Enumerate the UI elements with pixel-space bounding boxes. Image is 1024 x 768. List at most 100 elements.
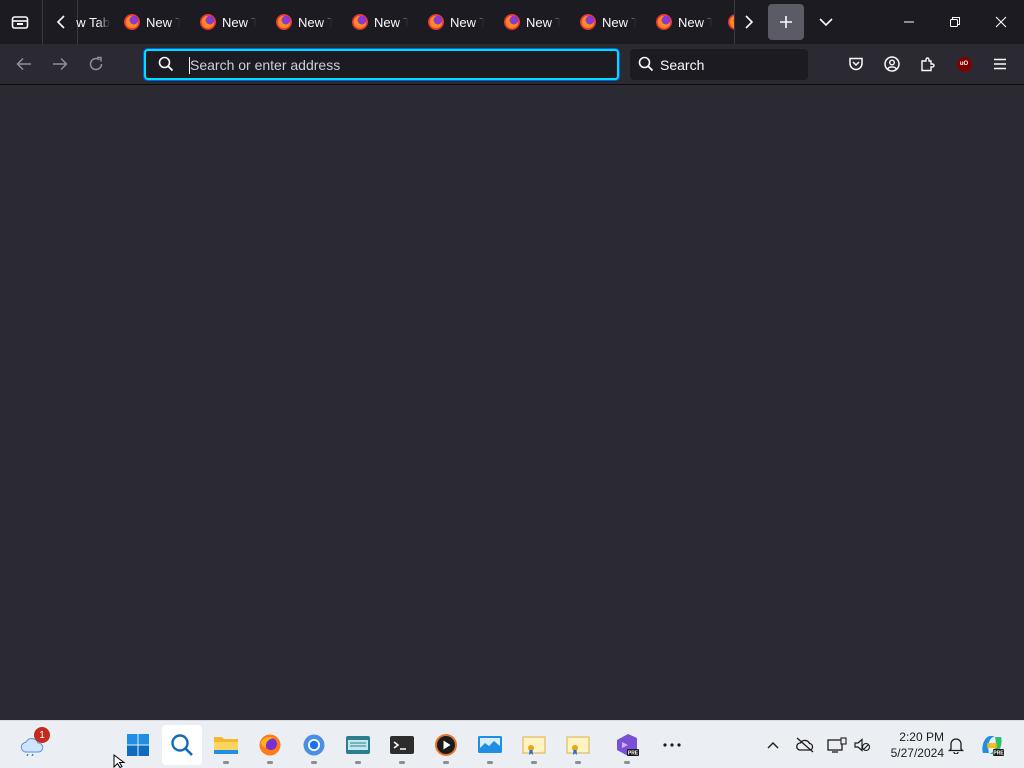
monitor-app-button[interactable] [470, 725, 510, 765]
ellipsis-icon [663, 743, 681, 747]
firefox-taskbar-button[interactable] [250, 725, 290, 765]
browser-tab[interactable]: New Tab [656, 6, 712, 38]
system-clock[interactable]: 2:20 PM 5/27/2024 [880, 729, 944, 761]
media-player-icon [435, 734, 457, 756]
account-button[interactable] [876, 48, 908, 80]
forward-button[interactable] [44, 48, 76, 80]
terminal-button[interactable] [382, 725, 422, 765]
ublock-origin-button[interactable]: uO [948, 48, 980, 80]
forward-arrow-icon [53, 57, 68, 71]
search-icon [171, 734, 193, 756]
certificate-app-button[interactable] [514, 725, 554, 765]
tab-label: New Tab [602, 14, 636, 30]
show-hidden-icons-button[interactable] [761, 733, 785, 757]
tab-label: New Tab [450, 14, 484, 30]
app-menu-button[interactable] [984, 48, 1016, 80]
divider [42, 0, 43, 44]
chrome-taskbar-button[interactable] [294, 725, 334, 765]
reload-button[interactable] [80, 48, 112, 80]
running-indicator [399, 761, 405, 764]
browser-tab[interactable]: New Tab [200, 6, 256, 38]
firefox-icon [259, 734, 281, 756]
search-bar[interactable] [630, 49, 808, 80]
search-input[interactable] [660, 55, 800, 75]
browser-tab[interactable]: New Tab [76, 6, 110, 38]
running-indicator [575, 761, 581, 764]
tab-label: New Tab [298, 14, 332, 30]
pocket-button[interactable] [840, 48, 872, 80]
windows-logo-icon [127, 734, 149, 756]
firefox-view-icon [11, 16, 29, 29]
page-content-area[interactable] [0, 86, 1024, 720]
copilot-button[interactable]: PRE [978, 731, 1006, 759]
browser-tab[interactable]: New Tab [504, 6, 560, 38]
puzzle-icon [921, 57, 935, 72]
certificate-app-button[interactable] [558, 725, 598, 765]
new-tab-button[interactable] [768, 4, 804, 40]
taskbar-search-button[interactable] [162, 725, 202, 765]
certificate-icon [522, 736, 546, 755]
keyboard-app-button[interactable] [338, 725, 378, 765]
media-player-button[interactable] [426, 725, 466, 765]
tab-label: New Tab [222, 14, 256, 30]
notifications-button[interactable] [944, 733, 968, 757]
firefox-favicon-icon [504, 14, 520, 30]
running-indicator [443, 761, 449, 764]
widgets-button[interactable]: 1 [12, 725, 52, 765]
plus-icon [780, 16, 792, 28]
restore-button[interactable] [932, 0, 978, 44]
visual-studio-preview-icon: PRE [617, 734, 639, 757]
volume-tray-button[interactable] [850, 733, 874, 757]
chrome-icon [303, 734, 325, 756]
browser-tab[interactable]: New Tab [428, 6, 484, 38]
mouse-cursor-icon [113, 754, 126, 768]
onedrive-tray-button[interactable] [793, 733, 817, 757]
list-all-tabs-button[interactable] [808, 4, 844, 40]
tab-label: New Tab [678, 14, 712, 30]
visual-studio-preview-button[interactable]: PRE [607, 725, 647, 765]
more-apps-button[interactable] [652, 725, 692, 765]
widgets-badge: 1 [34, 727, 50, 743]
address-bar[interactable] [144, 49, 619, 80]
clock-time: 2:20 PM [899, 730, 944, 744]
monitor-app-icon [478, 736, 502, 753]
cloud-off-icon [796, 737, 814, 753]
ublock-origin-icon: uO [956, 56, 972, 72]
search-icon [158, 56, 174, 72]
browser-tab[interactable]: New Tab [580, 6, 636, 38]
browser-tab[interactable]: New Tab [276, 6, 332, 38]
browser-tab[interactable]: New Tab [352, 6, 408, 38]
firefox-view-button[interactable] [0, 0, 40, 44]
network-tray-button[interactable] [825, 733, 849, 757]
account-icon [884, 56, 900, 72]
file-explorer-button[interactable] [206, 725, 246, 765]
browser-tab[interactable]: New Tab [124, 6, 180, 38]
terminal-icon [390, 736, 414, 754]
close-icon [995, 16, 1007, 28]
speaker-muted-icon [854, 738, 871, 752]
close-button[interactable] [978, 0, 1024, 44]
clock-date: 5/27/2024 [890, 746, 944, 760]
running-indicator [531, 761, 537, 764]
minimize-button[interactable] [886, 0, 932, 44]
reload-icon [89, 56, 103, 71]
keyboard-app-icon [346, 736, 370, 754]
firefox-favicon-icon [200, 14, 216, 30]
tab-strip: New Tab New Tab New Tab New Tab New Tab … [0, 0, 1024, 44]
chevron-down-icon [819, 18, 833, 27]
copilot-icon: PRE [982, 736, 1004, 757]
tab-list: New Tab New Tab New Tab New Tab New Tab … [76, 6, 734, 38]
pocket-icon [849, 57, 863, 71]
address-input[interactable] [190, 55, 610, 75]
running-indicator [487, 761, 493, 764]
tab-scroll-right-button[interactable] [736, 6, 762, 38]
tab-label: New Tab [76, 14, 110, 30]
tab-scroll-left-button[interactable] [48, 6, 74, 38]
extensions-button[interactable] [912, 48, 944, 80]
chevron-right-icon [745, 15, 754, 29]
back-button[interactable] [8, 48, 40, 80]
running-indicator [355, 761, 361, 764]
chevron-left-icon [56, 15, 65, 29]
minimize-icon [904, 21, 914, 23]
firefox-favicon-icon [428, 14, 444, 30]
